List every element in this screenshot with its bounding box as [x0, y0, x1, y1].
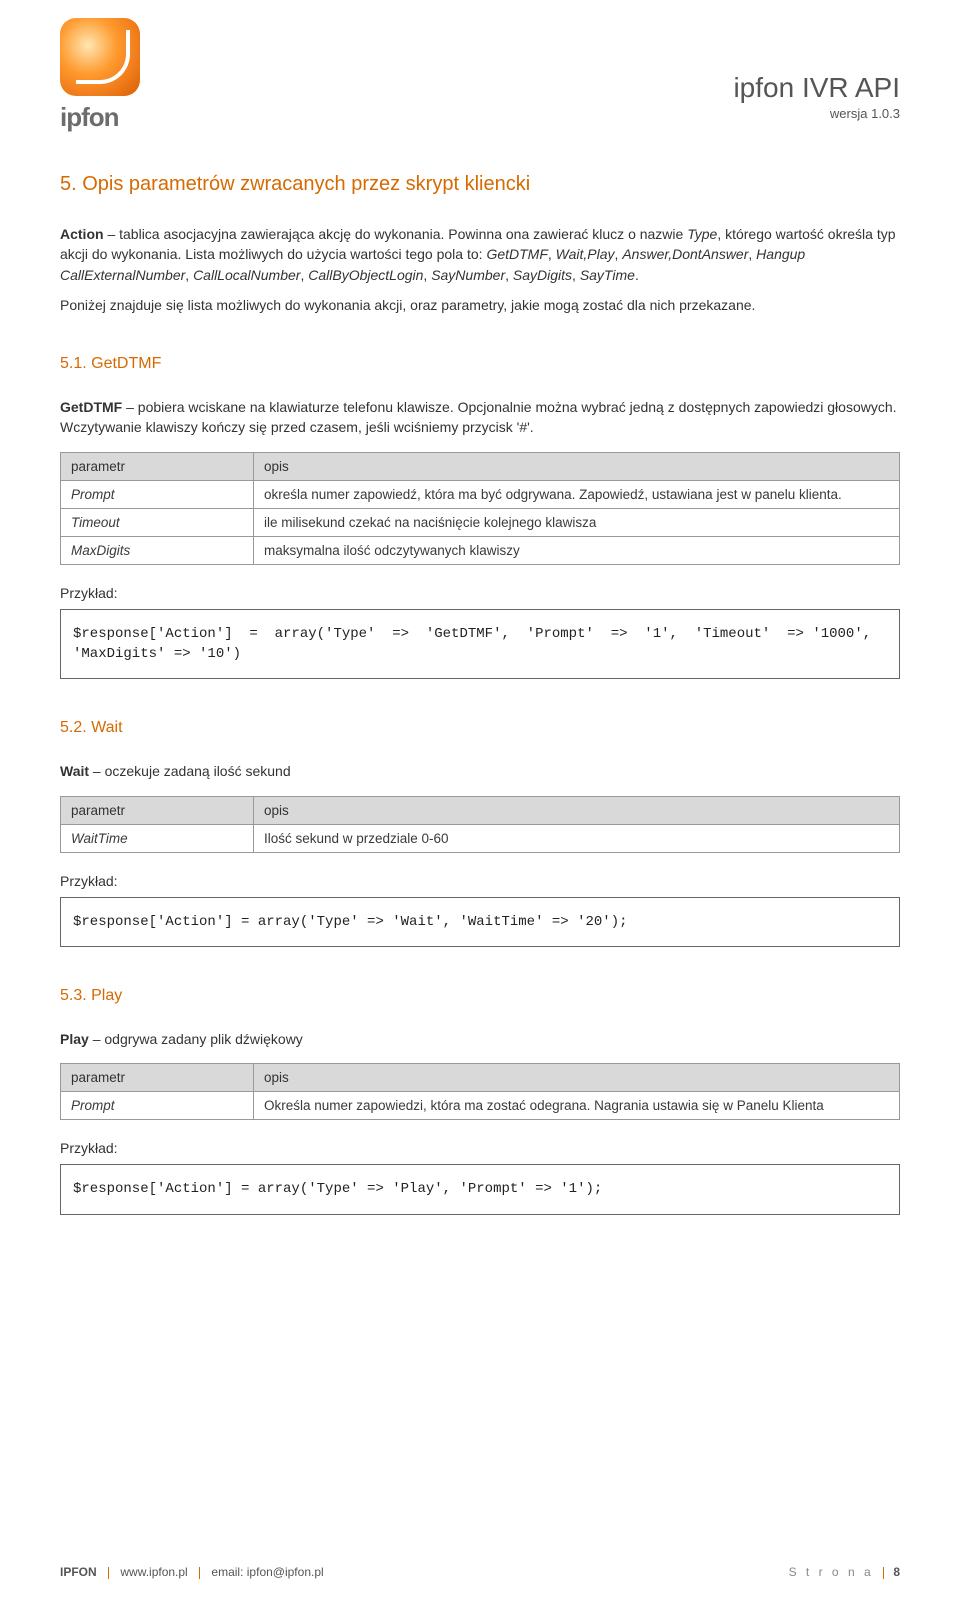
page-footer: IPFON www.ipfon.pl email: ipfon@ipfon.pl… — [60, 1565, 900, 1579]
section-5-paragraph-1: Action – tablica asocjacyjna zawierająca… — [60, 224, 900, 285]
table-row: MaxDigits maksymalna ilość odczytywanych… — [61, 536, 900, 564]
table-wait: parametr opis WaitTime Ilość sekund w pr… — [60, 796, 900, 853]
subsection-5-3-heading: 5.3. Play — [60, 987, 900, 1005]
footer-email: email: ipfon@ipfon.pl — [211, 1565, 323, 1579]
subsection-5-1-heading: 5.1. GetDTMF — [60, 355, 900, 373]
code-example-getdtmf: $response['Action'] = array('Type' => 'G… — [60, 609, 900, 680]
code-example-wait: $response['Action'] = array('Type' => 'W… — [60, 897, 900, 947]
action-term: Action — [60, 226, 104, 242]
subsection-5-1-desc: GetDTMF – pobiera wciskane na klawiaturz… — [60, 397, 900, 438]
table-header-desc: opis — [253, 1064, 899, 1092]
table-row: Prompt Określa numer zapowiedzi, która m… — [61, 1092, 900, 1120]
subsection-5-2-heading: 5.2. Wait — [60, 719, 900, 737]
section-5-heading: 5. Opis parametrów zwracanych przez skry… — [60, 173, 900, 196]
separator-icon — [883, 1567, 884, 1579]
example-label: Przykład: — [60, 585, 900, 601]
footer-page-number: 8 — [893, 1565, 900, 1579]
table-getdtmf: parametr opis Prompt określa numer zapow… — [60, 452, 900, 565]
footer-company: IPFON — [60, 1565, 97, 1579]
doc-version: wersja 1.0.3 — [733, 106, 900, 121]
table-header-param: parametr — [61, 452, 254, 480]
table-play: parametr opis Prompt Określa numer zapow… — [60, 1063, 900, 1120]
footer-left: IPFON www.ipfon.pl email: ipfon@ipfon.pl — [60, 1565, 324, 1579]
table-header-desc: opis — [253, 452, 899, 480]
footer-right: S t r o n a 8 — [789, 1565, 900, 1579]
table-row: Prompt określa numer zapowiedź, która ma… — [61, 480, 900, 508]
example-label: Przykład: — [60, 1140, 900, 1156]
footer-page-label: S t r o n a — [789, 1565, 874, 1579]
doc-title: ipfon IVR API — [733, 72, 900, 104]
code-example-play: $response['Action'] = array('Type' => 'P… — [60, 1164, 900, 1214]
table-header-desc: opis — [253, 796, 899, 824]
brand-logo-icon — [60, 18, 140, 96]
table-row: parametr opis — [61, 452, 900, 480]
subsection-5-2-desc: Wait – oczekuje zadaną ilość sekund — [60, 761, 900, 781]
section-5-paragraph-2: Poniżej znajduje się lista możliwych do … — [60, 295, 900, 315]
table-header-param: parametr — [61, 1064, 254, 1092]
doc-header: ipfon IVR API wersja 1.0.3 — [733, 72, 900, 121]
separator-icon — [199, 1567, 200, 1579]
subsection-5-3-desc: Play – odgrywa zadany plik dźwiękowy — [60, 1029, 900, 1049]
table-row: parametr opis — [61, 1064, 900, 1092]
table-row: parametr opis — [61, 796, 900, 824]
table-row: Timeout ile milisekund czekać na naciśni… — [61, 508, 900, 536]
separator-icon — [108, 1567, 109, 1579]
footer-url: www.ipfon.pl — [120, 1565, 187, 1579]
table-header-param: parametr — [61, 796, 254, 824]
table-row: WaitTime Ilość sekund w przedziale 0-60 — [61, 824, 900, 852]
example-label: Przykład: — [60, 873, 900, 889]
